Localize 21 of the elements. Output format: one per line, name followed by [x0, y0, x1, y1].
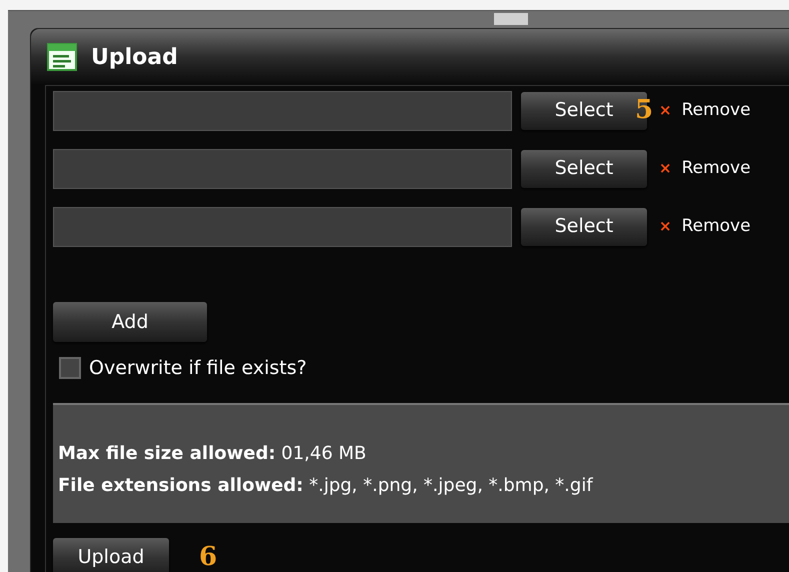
select-button[interactable]: Select: [521, 150, 647, 188]
file-path-field[interactable]: [53, 206, 512, 246]
info-text: File extensions allowed: *.jpg, *.png, *.jpeg, *.bmp, *.gif: [58, 474, 594, 498]
scrollbar-thumb[interactable]: [494, 13, 528, 25]
file-path-field[interactable]: [53, 90, 512, 130]
window-icon: [47, 43, 77, 71]
upload-button[interactable]: Upload: [53, 538, 169, 572]
close-icon: ×: [659, 215, 672, 238]
close-icon: ×: [659, 99, 672, 122]
callout-number: 6: [199, 541, 218, 572]
remove-link[interactable]: × Remove: [659, 98, 751, 124]
select-button[interactable]: Select: [521, 208, 647, 246]
info-text: Max file size allowed: 01,46 MB: [58, 442, 368, 466]
add-button[interactable]: Add: [53, 302, 207, 342]
checkbox-label: Overwrite if file exists?: [89, 356, 307, 381]
checkbox[interactable]: [59, 357, 81, 380]
remove-link[interactable]: × Remove: [659, 214, 751, 240]
remove-link[interactable]: × Remove: [659, 156, 751, 182]
window-title: Upload: [91, 44, 178, 72]
file-path-field[interactable]: [53, 148, 512, 188]
close-icon: ×: [659, 157, 672, 180]
